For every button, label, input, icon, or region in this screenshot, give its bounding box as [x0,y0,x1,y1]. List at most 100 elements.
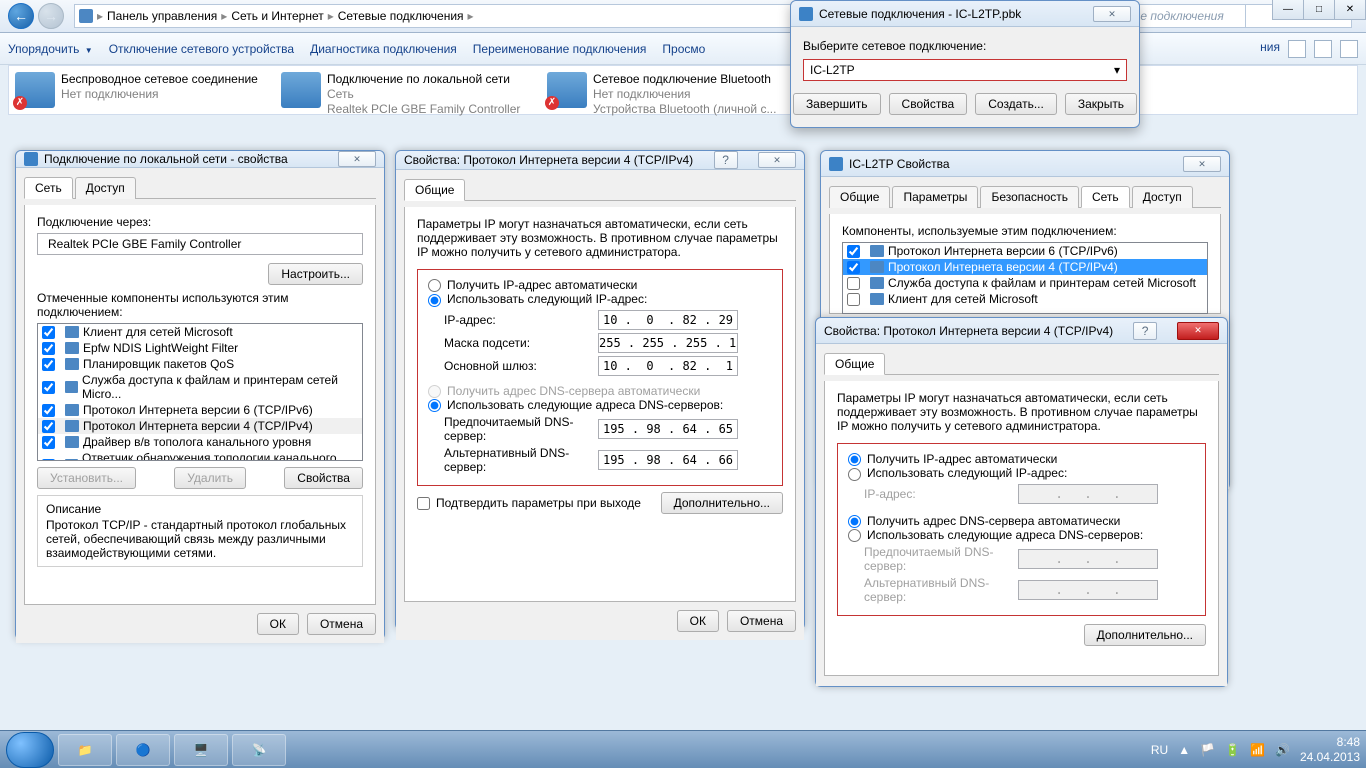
properties-button[interactable]: Свойства [889,93,968,115]
task-network[interactable]: 🖥️ [174,734,228,766]
close-button[interactable]: ✕ [758,152,796,168]
components-list[interactable]: Клиент для сетей Microsoft Epfw NDIS Lig… [37,323,363,461]
window-titlebar[interactable]: IC-L2TP Свойства ✕ [821,151,1229,177]
manual-dns-radio[interactable] [848,529,861,542]
crumb-3[interactable]: Сетевые подключения [338,9,464,23]
minimize-button[interactable]: — [1272,0,1304,20]
close-button[interactable]: Закрыть [1065,93,1137,115]
dns2-input[interactable] [598,450,738,470]
confirm-checkbox-row[interactable]: Подтвердить параметры при выходе [417,496,641,510]
cancel-button[interactable]: Отмена [727,610,796,632]
diagnose-conn[interactable]: Диагностика подключения [310,42,457,56]
tab-access[interactable]: Доступ [75,177,136,199]
disable-device[interactable]: Отключение сетевого устройства [109,42,294,56]
components-list[interactable]: Протокол Интернета версии 6 (TCP/IPv6) П… [842,242,1208,314]
bluetooth-icon [547,72,587,108]
comp-chk[interactable] [847,293,860,306]
rename-conn[interactable]: Переименование подключения [473,42,647,56]
tab-security[interactable]: Безопасность [980,186,1079,208]
tab-network[interactable]: Сеть [24,177,73,199]
conn-lan[interactable]: Подключение по локальной сети Сеть Realt… [281,72,531,108]
comp-chk[interactable] [847,245,860,258]
confirm-checkbox[interactable] [417,497,430,510]
cancel-button[interactable]: Отмена [307,613,376,635]
install-button[interactable]: Установить... [37,467,136,489]
close-button[interactable]: ✕ [1093,6,1131,22]
close-button[interactable]: ✕ [1334,0,1366,20]
configure-button[interactable]: Настроить... [268,263,363,285]
task-app[interactable]: 📡 [232,734,286,766]
tab-general[interactable]: Общие [824,353,885,375]
remove-button[interactable]: Удалить [174,467,246,489]
back-button[interactable]: ← [8,3,34,29]
close-button[interactable]: ✕ [1183,156,1221,172]
auto-ip-radio[interactable] [848,453,861,466]
gateway-input[interactable] [598,356,738,376]
window-title: Подключение по локальной сети - свойства [44,152,288,166]
comp-chk[interactable] [42,381,55,394]
help-icon[interactable] [1340,40,1358,58]
tab-network[interactable]: Сеть [1081,186,1130,208]
close-button[interactable]: ✕ [338,151,376,167]
connection-select[interactable]: IC-L2TP ▾ [803,59,1127,81]
window-titlebar[interactable]: Сетевые подключения - IC-L2TP.pbk ✕ [791,1,1139,27]
organize-menu[interactable]: Упорядочить ▼ [8,42,93,56]
battery-icon[interactable]: 🔋 [1225,743,1240,757]
change-settings[interactable]: ния [1260,40,1280,58]
help-button[interactable]: ? [714,151,738,169]
ok-button[interactable]: ОК [257,613,299,635]
comp-chk[interactable] [42,342,55,355]
advanced-button[interactable]: Дополнительно... [661,492,783,514]
start-button[interactable] [6,732,54,768]
conn-wifi[interactable]: Беспроводное сетевое соединение Нет подк… [15,72,265,108]
task-explorer[interactable]: 📁 [58,734,112,766]
tab-params[interactable]: Параметры [892,186,978,208]
auto-dns-radio[interactable] [848,515,861,528]
view-icon[interactable] [1288,40,1306,58]
view-conn[interactable]: Просмо [662,42,705,56]
tab-access[interactable]: Доступ [1132,186,1193,208]
tab-general[interactable]: Общие [404,179,465,201]
tray-up-icon[interactable]: ▲ [1178,743,1190,757]
task-chrome[interactable]: 🔵 [116,734,170,766]
comp-chk[interactable] [847,261,860,274]
help-button[interactable]: ? [1133,322,1157,340]
crumb-1[interactable]: Панель управления [107,9,217,23]
auto-ip-radio[interactable] [428,279,441,292]
dns1-input[interactable] [598,419,738,439]
forward-button[interactable]: → [38,3,64,29]
comp-chk[interactable] [42,326,55,339]
advanced-button[interactable]: Дополнительно... [1084,624,1206,646]
clock[interactable]: 8:48 24.04.2013 [1300,735,1360,764]
window-titlebar[interactable]: Свойства: Протокол Интернета версии 4 (T… [396,151,804,170]
preview-icon[interactable] [1314,40,1332,58]
conn-bt[interactable]: Сетевое подключение Bluetooth Нет подклю… [547,72,797,108]
window-titlebar[interactable]: Подключение по локальной сети - свойства… [16,151,384,168]
comp-chk[interactable] [42,459,55,462]
comp-chk[interactable] [42,404,55,417]
comp-chk[interactable] [42,420,55,433]
mask-input[interactable] [598,333,738,353]
tab-general[interactable]: Общие [829,186,890,208]
ok-button[interactable]: ОК [677,610,719,632]
ip-input[interactable] [598,310,738,330]
properties-button[interactable]: Свойства [284,467,363,489]
crumb-2[interactable]: Сеть и Интернет [231,9,323,23]
comp-chk[interactable] [42,436,55,449]
create-button[interactable]: Создать... [975,93,1057,115]
comp-chk[interactable] [847,277,860,290]
component-icon [65,404,79,416]
maximize-button[interactable]: □ [1303,0,1335,20]
window-titlebar[interactable]: Свойства: Протокол Интернета версии 4 (T… [816,318,1227,344]
flag-icon[interactable]: 🏳️ [1200,743,1215,757]
comp-chk[interactable] [42,358,55,371]
volume-icon[interactable]: 🔊 [1275,743,1290,757]
complete-button[interactable]: Завершить [793,93,881,115]
manual-ip-radio[interactable] [848,468,861,481]
close-button[interactable]: ✕ [1177,322,1219,340]
network-icon[interactable]: 📶 [1250,743,1265,757]
lang-indicator[interactable]: RU [1151,743,1168,757]
manual-ip-radio[interactable] [428,294,441,307]
manual-dns-radio[interactable] [428,399,441,412]
desc-title: Описание [46,502,354,516]
